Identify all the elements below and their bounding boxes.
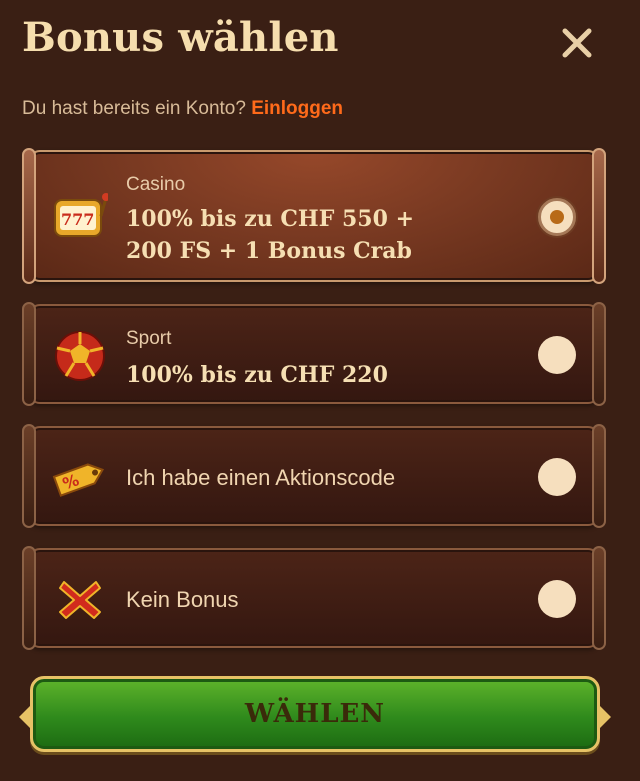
bonus-option-promo-code[interactable]: % Ich habe einen Aktionscode [22, 424, 606, 528]
choose-button[interactable]: WÄHLEN [19, 676, 611, 752]
card-edge-right [592, 148, 606, 284]
button-tip-left [19, 703, 33, 731]
login-prompt-text: Du hast bereits ein Konto? [22, 98, 246, 119]
slot-machine-icon: 777 [54, 193, 108, 237]
red-x-icon [59, 581, 101, 619]
card-edge-right [592, 546, 606, 650]
option-label-sport: Sport [126, 328, 172, 349]
option-value-casino-line1: 100% bis zu CHF 550 + [126, 206, 415, 232]
modal-header: Bonus wählen [22, 14, 618, 64]
radio-no-bonus[interactable] [538, 580, 576, 618]
option-label-casino: Casino [126, 174, 186, 195]
login-link[interactable]: Einloggen [251, 98, 343, 119]
card-edge-left [22, 546, 36, 650]
svg-text:777: 777 [61, 210, 94, 229]
option-text-no-bonus: Kein Bonus [126, 587, 239, 612]
login-prompt: Du hast bereits ein Konto? Einloggen [22, 98, 343, 120]
card-edge-left [22, 148, 36, 284]
option-value-casino-line2: 200 FS + 1 Bonus Crab [126, 238, 412, 264]
soccer-ball-icon [55, 331, 105, 381]
card-edge-right [592, 302, 606, 406]
card-edge-left [22, 424, 36, 528]
choose-button-label: WÄHLEN [244, 699, 386, 729]
card-edge-left [22, 302, 36, 406]
close-icon[interactable] [560, 26, 594, 60]
option-value-sport: 100% bis zu CHF 220 [126, 362, 388, 388]
page-title: Bonus wählen [22, 14, 339, 61]
radio-casino[interactable] [538, 198, 576, 236]
bonus-option-no-bonus[interactable]: Kein Bonus [22, 546, 606, 650]
bonus-option-casino[interactable]: 777 Casino 100% bis zu CHF 550 + 200 FS … [22, 148, 606, 284]
card-edge-right [592, 424, 606, 528]
button-tip-right [597, 703, 611, 731]
radio-sport[interactable] [538, 336, 576, 374]
promo-tag-icon: % [52, 463, 105, 497]
option-text-promo-code: Ich habe einen Aktionscode [126, 465, 396, 490]
bonus-option-sport[interactable]: Sport 100% bis zu CHF 220 [22, 302, 606, 406]
radio-promo-code[interactable] [538, 458, 576, 496]
